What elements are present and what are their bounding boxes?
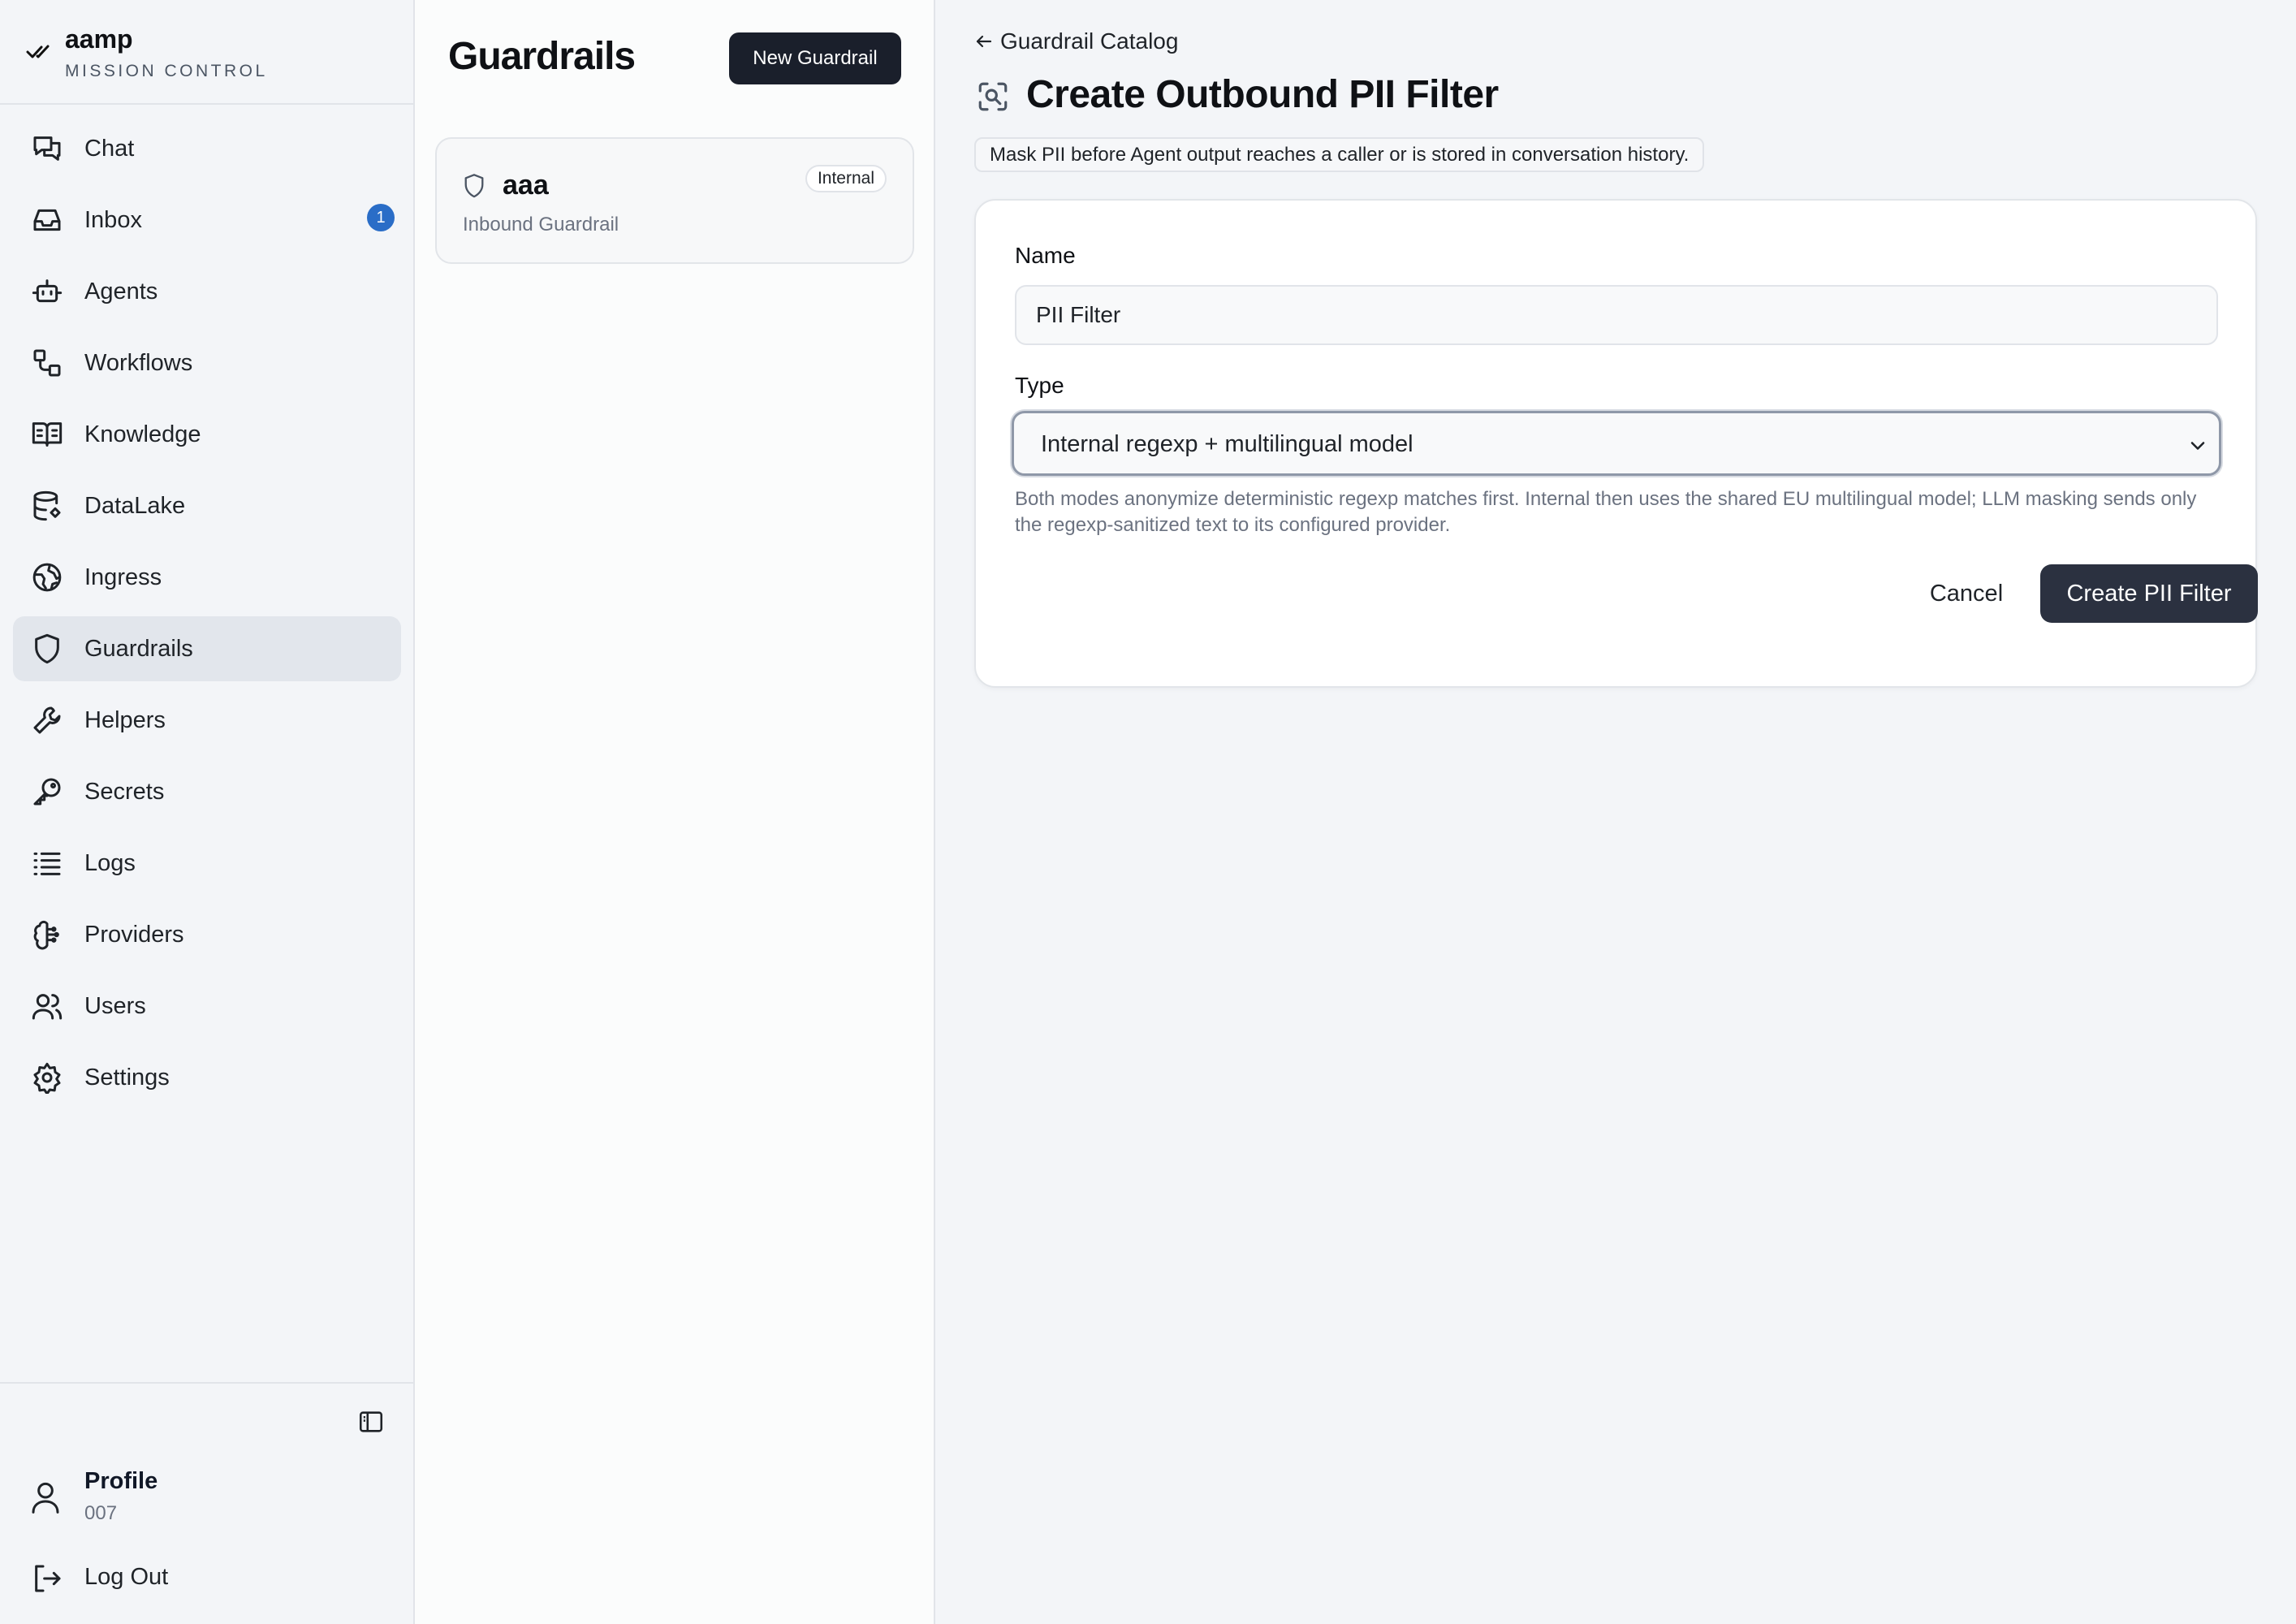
brand-name: aamp [65, 24, 133, 54]
sidebar-item-label: Users [84, 992, 146, 1019]
database-icon [31, 490, 63, 522]
profile-button[interactable]: Profile 007 [13, 1455, 401, 1536]
robot-icon [31, 275, 63, 308]
create-filter-form: Name Type Internal regexp + multilingual… [974, 199, 2258, 688]
key-icon [31, 775, 63, 808]
users-icon [31, 990, 63, 1022]
sidebar-item-settings[interactable]: Settings [13, 1045, 401, 1110]
logout-icon [31, 1562, 63, 1595]
arrow-left-icon [974, 32, 994, 51]
sidebar-item-helpers[interactable]: Helpers [13, 688, 401, 753]
name-field[interactable] [1015, 285, 2218, 345]
sidebar-item-providers[interactable]: Providers [13, 902, 401, 967]
status-badge: Internal [805, 165, 887, 192]
list-icon [31, 847, 63, 879]
main-content: Guardrail Catalog Create Outbound PII Fi… [935, 0, 2296, 1624]
sidebar-item-label: Ingress [84, 564, 162, 590]
create-pii-filter-button[interactable]: Create PII Filter [2040, 564, 2258, 623]
sidebar-item-label: Logs [84, 849, 136, 876]
sidebar-collapse-icon[interactable] [357, 1408, 385, 1436]
sidebar-item-label: Knowledge [84, 421, 201, 447]
page-description: Mask PII before Agent output reaches a c… [974, 137, 1705, 172]
sidebar-item-logs[interactable]: Logs [13, 831, 401, 896]
cancel-button[interactable]: Cancel [1906, 564, 2026, 623]
workflow-icon [31, 347, 63, 379]
book-icon [31, 418, 63, 451]
guardrail-name: aaa [503, 170, 549, 201]
sidebar-item-label: Secrets [84, 778, 165, 805]
globe-icon [31, 561, 63, 594]
sidebar-item-knowledge[interactable]: Knowledge [13, 402, 401, 467]
sidebar-item-label: Chat [84, 135, 135, 162]
scan-search-icon [976, 80, 1010, 114]
notification-badge: 1 [367, 204, 395, 231]
double-check-icon [26, 41, 50, 62]
guardrails-list-panel: Guardrails New Guardrail aaa Inbound Gua… [415, 0, 935, 1624]
new-guardrail-button[interactable]: New Guardrail [729, 32, 901, 84]
sidebar-item-label: Guardrails [84, 635, 193, 662]
sidebar-item-secrets[interactable]: Secrets [13, 759, 401, 824]
page-title: Create Outbound PII Filter [1026, 73, 1499, 116]
chevron-down-icon [2186, 434, 2209, 457]
logout-button[interactable]: Log Out [13, 1546, 401, 1611]
sidebar-item-label: Helpers [84, 706, 166, 733]
type-select-value: Internal regexp + multilingual model [1041, 431, 1413, 457]
inbox-icon [31, 204, 63, 236]
back-link-label: Guardrail Catalog [1000, 28, 1179, 54]
sidebar-item-workflows[interactable]: Workflows [13, 330, 401, 395]
gear-icon [31, 1061, 63, 1094]
sidebar-item-label: Providers [84, 921, 184, 948]
sidebar-item-guardrails[interactable]: Guardrails [13, 616, 401, 681]
back-link[interactable]: Guardrail Catalog [974, 27, 1178, 56]
sidebar-item-label: Settings [84, 1064, 170, 1091]
sidebar-item-datalake[interactable]: DataLake [13, 473, 401, 538]
sidebar-item-label: Workflows [84, 349, 193, 376]
sidebar-nav: Chat Inbox 1 Agents Workflows Knowledge … [13, 116, 401, 1116]
shield-icon [463, 173, 486, 199]
sidebar-item-label: Inbox [84, 206, 142, 233]
type-label: Type [1015, 373, 1064, 398]
brand-subtitle: MISSION CONTROL [65, 62, 268, 80]
profile-name: Profile [84, 1468, 158, 1494]
guardrail-type: Inbound Guardrail [463, 214, 619, 235]
shield-icon [31, 633, 63, 665]
logout-label: Log Out [84, 1564, 169, 1590]
sidebar-item-label: Agents [84, 278, 158, 304]
type-select[interactable]: Internal regexp + multilingual model [1012, 411, 2221, 476]
name-label: Name [1015, 243, 1076, 268]
sidebar-item-ingress[interactable]: Ingress [13, 545, 401, 610]
sidebar-item-inbox[interactable]: Inbox 1 [13, 188, 401, 253]
sidebar-item-agents[interactable]: Agents [13, 259, 401, 324]
guardrail-card[interactable]: aaa Inbound Guardrail Internal [435, 137, 914, 264]
user-icon [29, 1479, 62, 1515]
chat-icon [31, 132, 63, 165]
sidebar-item-chat[interactable]: Chat [13, 116, 401, 181]
list-title: Guardrails [448, 35, 636, 78]
profile-id: 007 [84, 1502, 118, 1524]
sidebar-item-users[interactable]: Users [13, 974, 401, 1039]
type-helper-text: Both modes anonymize deterministic regex… [1015, 488, 2197, 536]
wrench-icon [31, 704, 63, 736]
brand: aamp MISSION CONTROL [0, 0, 413, 105]
sidebar: aamp MISSION CONTROL Chat Inbox 1 Agents… [0, 0, 415, 1624]
sidebar-footer: Profile 007 Log Out [0, 1382, 413, 1624]
brain-icon [31, 918, 63, 951]
sidebar-item-label: DataLake [84, 492, 186, 519]
